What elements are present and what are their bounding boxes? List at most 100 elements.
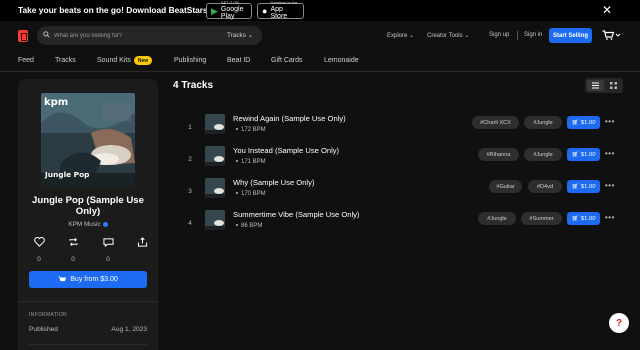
subnav-item-beat-id[interactable]: Beat ID — [227, 57, 250, 64]
track-bpm: 170 BPM — [236, 191, 266, 197]
list-icon — [592, 82, 599, 89]
subnav-item-tracks[interactable]: Tracks — [55, 57, 76, 64]
divider — [517, 31, 518, 40]
search-icon — [43, 31, 50, 38]
track-bpm: 172 BPM — [236, 127, 266, 133]
subnav-item-lemonaide[interactable]: Lemonaide — [324, 57, 359, 64]
cart-icon: 🛒︎ — [571, 215, 579, 222]
search-scope-dropdown[interactable]: Tracks ⌄ — [227, 31, 253, 39]
comment-icon — [102, 238, 114, 248]
cart-icon: 🛒︎ — [571, 151, 579, 158]
track-thumbnail[interactable] — [205, 210, 225, 230]
track-row[interactable]: 1 Rewind Again (Sample Use Only) 172 BPM… — [184, 114, 624, 144]
chevron-down-icon: ⌄ — [247, 32, 254, 39]
tag-chip[interactable]: #D4vd — [528, 180, 562, 193]
track-bpm: 86 BPM — [236, 223, 262, 229]
search-input[interactable] — [54, 26, 214, 45]
track-number: 1 — [188, 124, 192, 131]
more-options-icon[interactable]: ••• — [605, 117, 615, 126]
chevron-down-icon: ⌄ — [409, 33, 415, 39]
share-icon — [137, 237, 147, 247]
beatstars-logo[interactable] — [18, 30, 28, 42]
cart-icon[interactable] — [602, 30, 622, 40]
price-button[interactable]: 🛒︎ $1.00 — [567, 180, 600, 193]
album-card: kpm Jungle Pop Jungle Pop (Sample Use On… — [18, 79, 158, 350]
cover-title: Jungle Pop — [45, 170, 90, 179]
more-options-icon[interactable]: ••• — [605, 149, 615, 158]
verified-icon — [102, 221, 108, 227]
search-bar[interactable]: Tracks ⌄ — [37, 26, 262, 45]
explore-menu[interactable]: Explore ⌄ — [387, 32, 414, 39]
track-title[interactable]: Rewind Again (Sample Use Only) — [233, 114, 346, 123]
track-thumbnail[interactable] — [205, 114, 225, 134]
track-number: 3 — [188, 188, 192, 195]
tag-chip[interactable]: #Charli XCX — [472, 116, 519, 129]
track-row[interactable]: 3 Why (Sample Use Only) 170 BPM #Guitar … — [184, 178, 624, 208]
close-icon[interactable]: ✕ — [602, 3, 612, 17]
app-store-button[interactable]: ● Download on the App Store — [257, 2, 304, 20]
cart-icon — [58, 276, 67, 282]
track-row[interactable]: 2 You Instead (Sample Use Only) 171 BPM … — [184, 146, 624, 176]
tag-chip[interactable]: #Jungle — [524, 148, 562, 161]
view-toggle — [585, 78, 623, 93]
tag-chip[interactable]: #Summer — [521, 212, 562, 225]
tag-chip[interactable]: #Jungle — [524, 116, 562, 129]
apple-icon: ● — [262, 5, 268, 16]
price-button[interactable]: 🛒︎ $1.00 — [567, 148, 600, 161]
comment-button[interactable] — [98, 237, 118, 249]
sign-up-link[interactable]: Sign up — [489, 32, 509, 38]
track-row[interactable]: 4 Summertime Vibe (Sample Use Only) 86 B… — [184, 210, 624, 240]
start-selling-button[interactable]: Start Selling — [549, 28, 592, 43]
like-button[interactable] — [29, 237, 49, 249]
subnav-item-sound-kits[interactable]: Sound Kits — [97, 57, 131, 64]
comment-count: 0 — [106, 256, 110, 263]
album-cover: kpm Jungle Pop — [41, 93, 135, 187]
track-thumbnail[interactable] — [205, 178, 225, 198]
album-title: Jungle Pop (Sample Use Only) — [32, 195, 144, 217]
subnav-item-feed[interactable]: Feed — [18, 57, 34, 64]
heart-icon — [33, 237, 45, 247]
share-button[interactable] — [132, 237, 152, 249]
help-button[interactable]: ? — [609, 313, 629, 333]
cart-icon: 🛒︎ — [571, 119, 579, 126]
artist-name[interactable]: KPM Music — [28, 221, 148, 228]
tracks-heading: 4 Tracks — [173, 80, 214, 91]
chevron-down-icon: ⌄ — [464, 33, 470, 39]
tag-chip[interactable]: #Jungle — [478, 212, 516, 225]
creator-tools-menu[interactable]: Creator Tools ⌄ — [427, 32, 469, 39]
list-view-button[interactable] — [587, 80, 604, 91]
subnav-item-publishing[interactable]: Publishing — [174, 57, 206, 64]
track-title[interactable]: Summertime Vibe (Sample Use Only) — [233, 210, 359, 219]
divider — [29, 344, 147, 345]
track-number: 4 — [188, 220, 192, 227]
repost-button[interactable] — [63, 237, 83, 249]
more-options-icon[interactable]: ••• — [605, 213, 615, 222]
sub-navigation: Feed Tracks Sound Kits New Publishing Be… — [0, 50, 640, 72]
published-date: Aug 1, 2023 — [111, 326, 147, 333]
google-play-icon: ▶ — [211, 5, 218, 16]
information-label: INFORMATION — [29, 312, 67, 318]
subnav-item-gift-cards[interactable]: Gift Cards — [271, 57, 303, 64]
sign-in-link[interactable]: Sign in — [524, 32, 542, 38]
track-number: 2 — [188, 156, 192, 163]
grid-view-icon[interactable] — [609, 81, 618, 90]
promo-text: Take your beats on the go! Download Beat… — [18, 5, 227, 15]
cart-icon: 🛒︎ — [571, 183, 579, 190]
buy-button[interactable]: Buy from $3.00 — [29, 271, 147, 288]
tag-chip[interactable]: #Guitar — [489, 180, 522, 193]
repost-count: 0 — [71, 256, 75, 263]
repost-icon — [68, 238, 78, 246]
price-button[interactable]: 🛒︎ $1.00 — [567, 116, 600, 129]
divider — [18, 301, 158, 302]
track-title[interactable]: Why (Sample Use Only) — [233, 178, 314, 187]
top-header: Tracks ⌄ Explore ⌄ Creator Tools ⌄ Sign … — [0, 21, 640, 50]
more-options-icon[interactable]: ••• — [605, 181, 615, 190]
track-title[interactable]: You Instead (Sample Use Only) — [233, 146, 339, 155]
google-play-button[interactable]: ▶ GET IT ON Google Play — [206, 2, 252, 20]
like-count: 0 — [37, 256, 41, 263]
tag-chip[interactable]: #Rihanna — [478, 148, 519, 161]
promo-banner: Take your beats on the go! Download Beat… — [0, 0, 640, 21]
track-bpm: 171 BPM — [236, 159, 266, 165]
price-button[interactable]: 🛒︎ $1.00 — [567, 212, 600, 225]
track-thumbnail[interactable] — [205, 146, 225, 166]
